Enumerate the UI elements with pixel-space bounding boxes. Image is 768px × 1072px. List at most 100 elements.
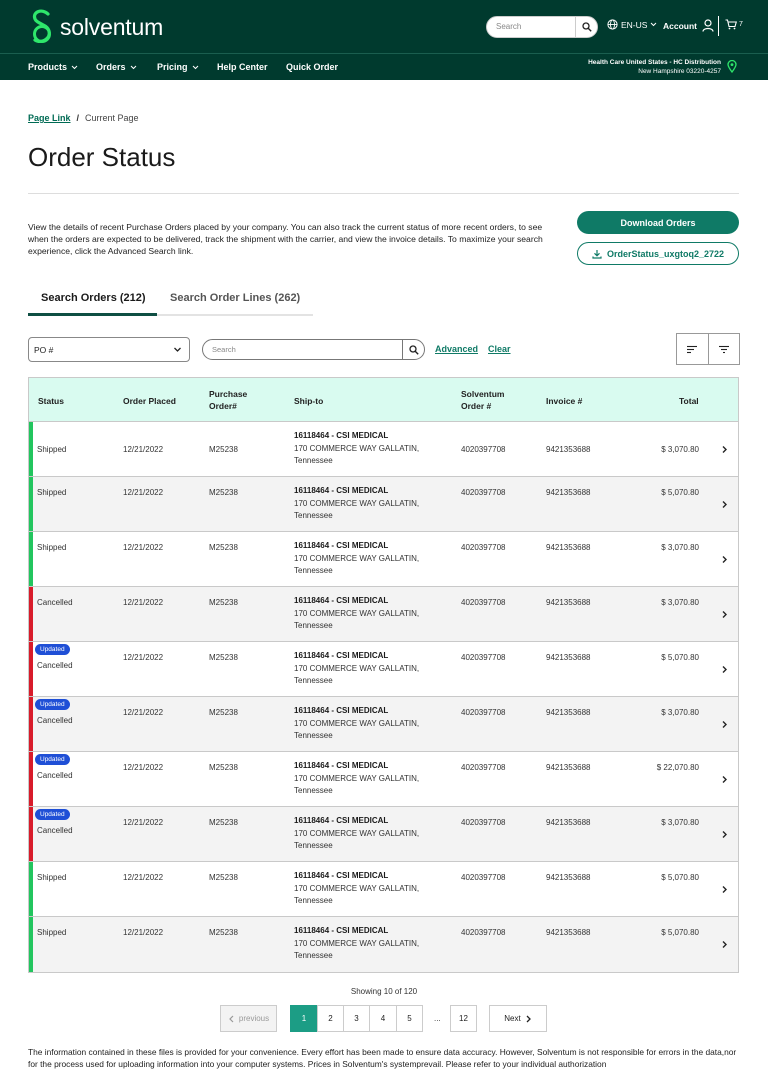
- sort-button[interactable]: [677, 334, 709, 364]
- ship-to-address: 16118464 - CSI MEDICAL 170 COMMERCE WAY …: [294, 540, 419, 577]
- status-text: Shipped: [37, 543, 67, 552]
- chevron-right-icon[interactable]: [721, 720, 728, 729]
- chevron-right-icon[interactable]: [721, 610, 728, 619]
- nav-help-center[interactable]: Help Center: [217, 62, 268, 72]
- header-status[interactable]: Status: [38, 395, 64, 407]
- nav-pricing-label: Pricing: [157, 62, 188, 72]
- header-search-button[interactable]: [575, 17, 597, 37]
- nav-quick-order[interactable]: Quick Order: [286, 62, 338, 72]
- pagination-ellipsis: ...: [434, 1014, 441, 1023]
- ship-to-name: 16118464 - CSI MEDICAL: [294, 706, 389, 715]
- chevron-right-icon[interactable]: [721, 555, 728, 564]
- solventum-order-number: 4020397708: [461, 598, 506, 607]
- chevron-right-icon[interactable]: [721, 830, 728, 839]
- ship-to-state: Tennessee: [294, 621, 333, 630]
- header-purchase-order[interactable]: Purchase Order#: [209, 388, 247, 412]
- orders-search-input[interactable]: Search: [202, 339, 425, 360]
- ship-to-address: 16118464 - CSI MEDICAL 170 COMMERCE WAY …: [294, 925, 419, 962]
- chevron-right-icon[interactable]: [721, 885, 728, 894]
- purchase-order-number: M25238: [209, 763, 238, 772]
- next-page-button[interactable]: Next: [489, 1005, 547, 1032]
- table-row[interactable]: Shipped 12/21/2022 M25238 16118464 - CSI…: [29, 862, 738, 917]
- nav-quick-order-label: Quick Order: [286, 62, 339, 72]
- tab-search-order-lines[interactable]: Search Order Lines (262): [170, 292, 300, 304]
- header-order-placed[interactable]: Order Placed: [123, 395, 176, 407]
- ship-to-address: 16118464 - CSI MEDICAL 170 COMMERCE WAY …: [294, 760, 419, 797]
- download-icon: [592, 249, 602, 259]
- invoice-number[interactable]: 9421353688: [546, 444, 591, 456]
- table-row[interactable]: Shipped 12/21/2022 M25238 16118464 - CSI…: [29, 477, 738, 532]
- filter-icon: [718, 345, 729, 353]
- table-row[interactable]: Cancelled 12/21/2022 M25238 16118464 - C…: [29, 587, 738, 642]
- breadcrumb-link[interactable]: Page Link: [28, 113, 71, 123]
- search-field-select[interactable]: PO #: [28, 337, 190, 362]
- page-button-2[interactable]: 2: [317, 1005, 344, 1032]
- chevron-right-icon[interactable]: [721, 665, 728, 674]
- location-pin-icon[interactable]: [727, 60, 737, 73]
- nav-orders[interactable]: Orders: [96, 62, 137, 72]
- header-invoice[interactable]: Invoice #: [546, 395, 582, 407]
- advanced-search-link[interactable]: Advanced: [435, 344, 478, 354]
- order-total: $ 3,070.80: [661, 543, 699, 552]
- status-color-bar: [29, 807, 33, 861]
- page-button-4[interactable]: 4: [369, 1005, 397, 1032]
- nav-products[interactable]: Products: [28, 62, 78, 72]
- header-solventum-order[interactable]: Solventum Order #: [461, 388, 504, 412]
- invoice-number[interactable]: 9421353688: [546, 817, 591, 829]
- invoice-number[interactable]: 9421353688: [546, 487, 591, 499]
- tab-search-orders[interactable]: Search Orders (212): [41, 292, 146, 304]
- updated-badge: Updated: [35, 754, 70, 765]
- chevron-down-icon: [130, 65, 136, 69]
- download-orders-button[interactable]: Download Orders: [577, 211, 739, 234]
- header-search-input[interactable]: Search: [486, 16, 598, 38]
- previous-page-button[interactable]: previous: [220, 1005, 277, 1032]
- page-button-12[interactable]: 12: [450, 1005, 477, 1032]
- chevron-right-icon[interactable]: [721, 500, 728, 509]
- purchase-order-number: M25238: [209, 928, 238, 937]
- table-row[interactable]: Updated Cancelled 12/21/2022 M25238 1611…: [29, 697, 738, 752]
- table-row[interactable]: Updated Cancelled 12/21/2022 M25238 1611…: [29, 752, 738, 807]
- invoice-number[interactable]: 9421353688: [546, 597, 591, 609]
- table-row[interactable]: Shipped 12/21/2022 M25238 16118464 - CSI…: [29, 917, 738, 972]
- header-ship-to[interactable]: Ship-to: [294, 395, 323, 407]
- ship-to-street: 170 COMMERCE WAY GALLATIN,: [294, 939, 420, 948]
- ship-to-name: 16118464 - CSI MEDICAL: [294, 871, 389, 880]
- page-button-1[interactable]: 1: [290, 1005, 318, 1032]
- chevron-right-icon[interactable]: [721, 940, 728, 949]
- orders-search-button[interactable]: [402, 340, 424, 359]
- invoice-number[interactable]: 9421353688: [546, 762, 591, 774]
- page-button-3[interactable]: 3: [343, 1005, 370, 1032]
- invoice-number[interactable]: 9421353688: [546, 652, 591, 664]
- invoice-number[interactable]: 9421353688: [546, 927, 591, 939]
- ship-location[interactable]: Health Care United States - HC Distribut…: [588, 58, 721, 76]
- table-row[interactable]: Shipped 12/21/2022 M25238 16118464 - CSI…: [29, 532, 738, 587]
- table-row[interactable]: Updated Cancelled 12/21/2022 M25238 1611…: [29, 642, 738, 697]
- order-placed-date: 12/21/2022: [123, 598, 164, 607]
- chevron-right-icon[interactable]: [721, 445, 728, 454]
- invoice-number[interactable]: 9421353688: [546, 872, 591, 884]
- header-total[interactable]: Total: [679, 395, 699, 407]
- nav-pricing[interactable]: Pricing: [157, 62, 199, 72]
- chevron-down-icon: [192, 65, 198, 69]
- solventum-order-number: 4020397708: [461, 873, 506, 882]
- download-file-button[interactable]: OrderStatus_uxgtoq2_2722: [577, 242, 739, 265]
- language-selector[interactable]: EN-US: [607, 19, 657, 30]
- cart-button[interactable]: 7: [725, 19, 743, 30]
- chevron-right-icon[interactable]: [721, 775, 728, 784]
- table-row[interactable]: Shipped 12/21/2022 M25238 16118464 - CSI…: [29, 422, 738, 477]
- status-text: Cancelled: [37, 716, 73, 725]
- ship-to-name: 16118464 - CSI MEDICAL: [294, 761, 389, 770]
- clear-filters-link[interactable]: Clear: [488, 344, 511, 354]
- table-row[interactable]: Updated Cancelled 12/21/2022 M25238 1611…: [29, 807, 738, 862]
- cart-icon: [725, 19, 737, 30]
- account-button[interactable]: Account: [663, 19, 714, 32]
- invoice-number[interactable]: 9421353688: [546, 707, 591, 719]
- breadcrumb: Page Link / Current Page: [28, 113, 139, 123]
- invoice-number[interactable]: 9421353688: [546, 542, 591, 554]
- page-button-5[interactable]: 5: [396, 1005, 423, 1032]
- filter-button[interactable]: [709, 334, 740, 364]
- globe-icon: [607, 19, 618, 30]
- brand-logo[interactable]: solventum: [29, 9, 163, 45]
- order-total: $ 5,070.80: [661, 928, 699, 937]
- main-nav: Products Orders Pricing Help Center Quic…: [0, 53, 768, 80]
